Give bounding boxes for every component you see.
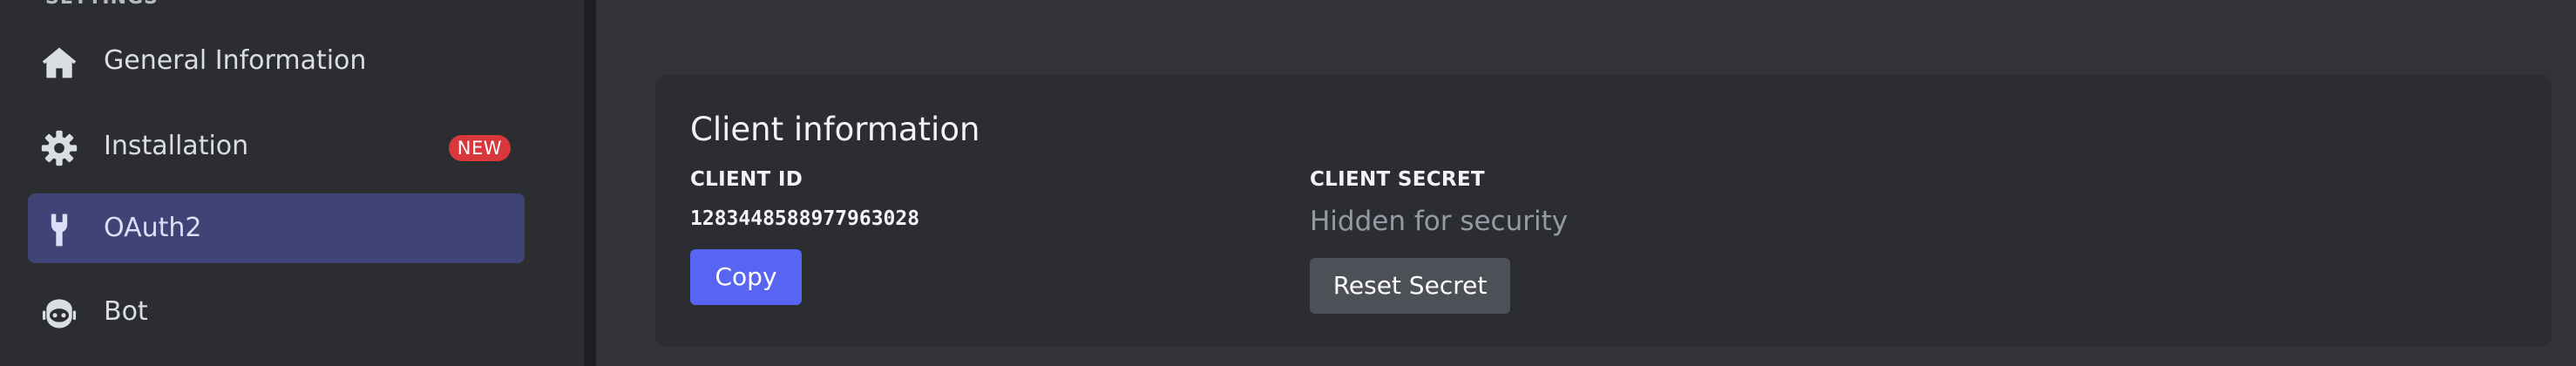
sidebar-item-oauth2[interactable]: OAuth2 [28, 193, 525, 263]
sidebar-item-label: OAuth2 [104, 213, 202, 243]
sidebar-item-installation[interactable]: Installation NEW [28, 112, 525, 181]
client-id-value: 1283448588977963028 [690, 207, 920, 230]
client-id-label: CLIENT ID [690, 168, 803, 191]
sidebar-item-label: Bot [104, 296, 148, 327]
client-secret-label: CLIENT SECRET [1310, 168, 1485, 191]
bot-icon [40, 295, 78, 333]
client-information-card: Client information CLIENT ID 12834485889… [655, 75, 2552, 347]
client-secret-value: Hidden for security [1310, 206, 1569, 237]
sidebar-item-general-information[interactable]: General Information [28, 26, 525, 96]
gear-icon [40, 129, 78, 167]
sidebar-item-bot[interactable]: Bot [28, 277, 525, 347]
page: SETTINGS General Information [0, 0, 2576, 366]
reset-secret-button[interactable]: Reset Secret [1310, 258, 1510, 314]
sidebar-item-label: General Information [104, 45, 367, 76]
home-icon [40, 44, 78, 82]
wrench-icon [40, 211, 78, 249]
sidebar: SETTINGS General Information [0, 0, 584, 366]
sidebar-item-label: Installation [104, 131, 249, 161]
sidebar-section-label: SETTINGS [45, 0, 159, 9]
new-badge: NEW [448, 135, 511, 161]
copy-button[interactable]: Copy [690, 249, 802, 305]
card-title: Client information [690, 111, 980, 148]
sidebar-divider [584, 0, 596, 366]
